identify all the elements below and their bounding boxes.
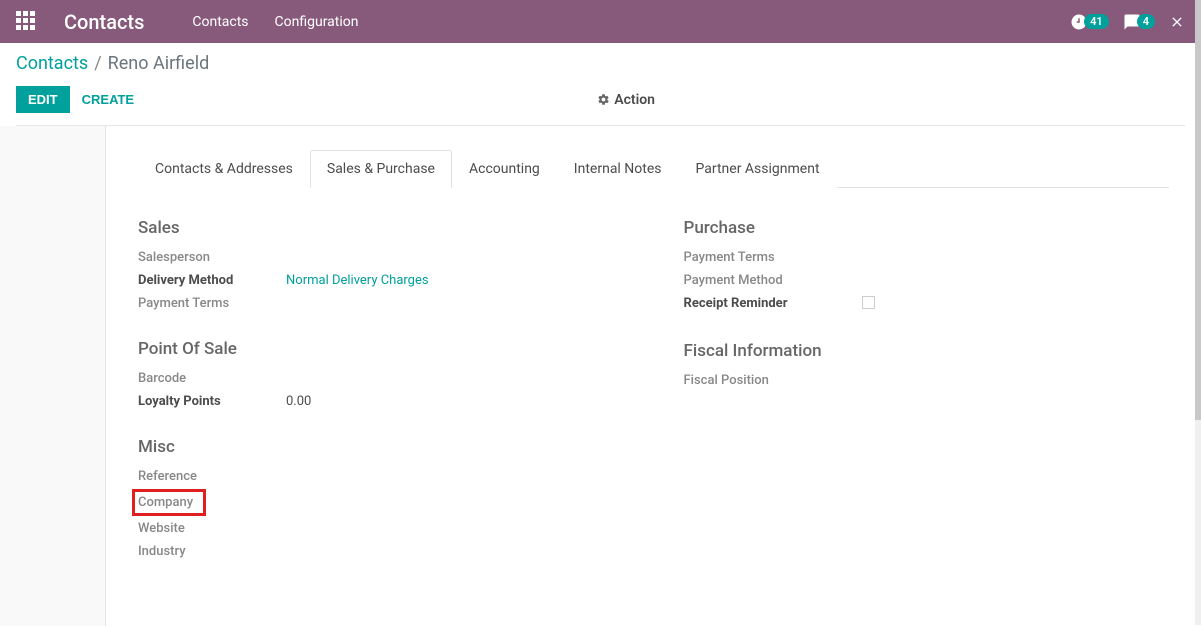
value-reference [286,469,624,484]
activity-button[interactable]: 41 [1070,13,1109,31]
label-purchase-payment-terms: Payment Terms [684,250,832,265]
value-sales-payment-terms [286,296,624,311]
left-gutter [0,126,106,626]
gear-icon [597,93,610,106]
scrollbar-thumb[interactable] [1195,0,1201,420]
tab-accounting[interactable]: Accounting [452,150,557,188]
section-pos: Point Of Sale [138,339,624,359]
receipt-reminder-checkbox[interactable] [862,296,875,309]
label-delivery-method: Delivery Method [138,273,286,288]
tab-internal-notes[interactable]: Internal Notes [557,150,679,188]
breadcrumb-root[interactable]: Contacts [16,53,88,74]
action-dropdown[interactable]: Action [597,92,655,108]
label-barcode: Barcode [138,371,286,386]
nav-configuration[interactable]: Configuration [275,14,359,30]
content: Contacts & Addresses Sales & Purchase Ac… [0,126,1201,626]
subheader: Contacts / Reno Airfield EDIT CREATE Act… [0,43,1201,126]
close-icon[interactable] [1169,14,1185,30]
actionbar: EDIT CREATE Action [16,86,1185,126]
breadcrumb-separator: / [94,53,101,74]
value-loyalty: 0.00 [286,394,624,409]
form-area: Sales Salesperson Delivery MethodNormal … [138,188,1169,567]
section-fiscal: Fiscal Information [684,341,1170,361]
tab-partner-assignment[interactable]: Partner Assignment [679,150,837,188]
value-delivery-method[interactable]: Normal Delivery Charges [286,273,624,288]
tab-sales-purchase[interactable]: Sales & Purchase [310,150,452,188]
systray: 41 4 [1070,13,1185,31]
company-highlight: Company [132,489,206,516]
label-website: Website [138,521,286,536]
label-reference: Reference [138,469,286,484]
label-sales-payment-terms: Payment Terms [138,296,286,311]
section-purchase: Purchase [684,218,1170,238]
tab-contacts-addresses[interactable]: Contacts & Addresses [138,150,310,188]
value-website [286,521,624,536]
breadcrumb: Contacts / Reno Airfield [16,53,1185,74]
topbar: Contacts Contacts Configuration 41 4 [0,0,1201,43]
label-industry: Industry [138,544,286,559]
value-purchase-payment-terms [832,250,1170,265]
left-column: Sales Salesperson Delivery MethodNormal … [138,218,624,567]
action-label: Action [614,92,655,108]
right-column: Purchase Payment Terms Payment Method Re… [684,218,1170,567]
value-payment-method [832,273,1170,288]
activity-badge: 41 [1084,14,1109,29]
label-fiscal-position: Fiscal Position [684,373,832,388]
label-company: Company [138,495,193,510]
value-fiscal-position [832,373,1170,388]
value-receipt-reminder [832,296,1170,313]
form-sheet: Contacts & Addresses Sales & Purchase Ac… [106,126,1201,626]
breadcrumb-current: Reno Airfield [108,53,210,74]
messages-button[interactable]: 4 [1123,13,1155,31]
tabs: Contacts & Addresses Sales & Purchase Ac… [138,150,1169,188]
create-button[interactable]: CREATE [82,92,134,107]
label-receipt-reminder: Receipt Reminder [684,296,832,313]
label-salesperson: Salesperson [138,250,286,265]
section-sales: Sales [138,218,624,238]
label-loyalty: Loyalty Points [138,394,286,409]
value-salesperson [286,250,624,265]
value-industry [286,544,624,559]
messages-badge: 4 [1137,14,1155,29]
value-barcode [286,371,624,386]
scrollbar[interactable] [1195,0,1201,625]
label-payment-method: Payment Method [684,273,832,288]
edit-button[interactable]: EDIT [16,86,70,113]
section-misc: Misc [138,437,624,457]
app-brand: Contacts [64,10,144,34]
apps-icon[interactable] [16,11,38,33]
nav-contacts[interactable]: Contacts [192,14,248,30]
